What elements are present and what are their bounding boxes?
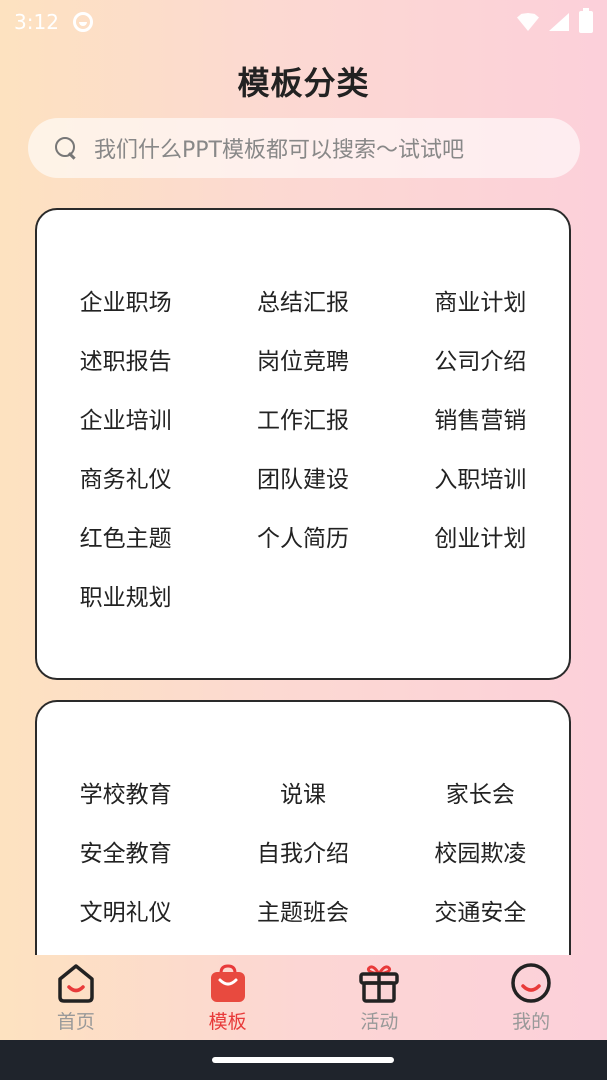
category-item[interactable]: 工作汇报 bbox=[214, 392, 391, 451]
system-navigation-bar bbox=[0, 1040, 607, 1080]
category-item[interactable]: 安全教育 bbox=[37, 825, 214, 884]
search-placeholder: 我们什么PPT模板都可以搜索～试试吧 bbox=[94, 138, 464, 163]
wifi-icon bbox=[517, 13, 539, 31]
category-item[interactable]: 公司介绍 bbox=[392, 333, 569, 392]
category-grid-education: 学校教育 说课 家长会 安全教育 自我介绍 校园欺凌 文明礼仪 主题班会 交通安… bbox=[37, 702, 569, 943]
home-gesture-handle[interactable] bbox=[212, 1057, 394, 1063]
category-item[interactable]: 创业计划 bbox=[392, 510, 569, 569]
tab-label: 活动 bbox=[360, 1011, 399, 1033]
category-item[interactable]: 说课 bbox=[214, 766, 391, 825]
search-bar[interactable]: 我们什么PPT模板都可以搜索～试试吧 bbox=[28, 118, 580, 178]
category-item[interactable]: 入职培训 bbox=[392, 451, 569, 510]
tab-label: 模板 bbox=[208, 1011, 247, 1033]
category-item[interactable]: 主题班会 bbox=[214, 884, 391, 943]
category-item[interactable]: 职业规划 bbox=[37, 569, 214, 628]
status-right bbox=[517, 8, 593, 33]
tab-home[interactable]: 首页 bbox=[0, 955, 152, 1040]
category-item[interactable]: 企业职场 bbox=[37, 274, 214, 333]
category-item[interactable]: 商业计划 bbox=[392, 274, 569, 333]
category-item[interactable]: 家长会 bbox=[392, 766, 569, 825]
page-title: 模板分类 bbox=[237, 64, 370, 102]
category-item[interactable]: 交通安全 bbox=[392, 884, 569, 943]
category-item[interactable]: 红色主题 bbox=[37, 510, 214, 569]
category-card-business: 企业职场 总结汇报 商业计划 述职报告 岗位竞聘 公司介绍 企业培训 工作汇报 … bbox=[35, 208, 571, 680]
app-notification-icon bbox=[72, 12, 93, 32]
category-item[interactable]: 述职报告 bbox=[37, 333, 214, 392]
tab-me[interactable]: 我的 bbox=[455, 955, 607, 1040]
gift-icon bbox=[357, 961, 401, 1005]
profile-icon bbox=[509, 961, 553, 1005]
category-item[interactable]: 学校教育 bbox=[37, 766, 214, 825]
category-item[interactable]: 总结汇报 bbox=[214, 274, 391, 333]
category-item[interactable]: 文明礼仪 bbox=[37, 884, 214, 943]
home-icon bbox=[54, 961, 98, 1005]
category-item[interactable]: 自我介绍 bbox=[214, 825, 391, 884]
category-item[interactable]: 岗位竞聘 bbox=[214, 333, 391, 392]
category-item[interactable]: 团队建设 bbox=[214, 451, 391, 510]
category-item[interactable]: 校园欺凌 bbox=[392, 825, 569, 884]
search-icon bbox=[54, 136, 78, 160]
tab-activity[interactable]: 活动 bbox=[304, 955, 456, 1040]
category-grid-business: 企业职场 总结汇报 商业计划 述职报告 岗位竞聘 公司介绍 企业培训 工作汇报 … bbox=[37, 210, 569, 628]
status-bar: 3:12 bbox=[0, 0, 607, 44]
category-item[interactable]: 企业培训 bbox=[37, 392, 214, 451]
category-item[interactable]: 个人简历 bbox=[214, 510, 391, 569]
tab-label: 首页 bbox=[56, 1011, 95, 1033]
category-item[interactable]: 销售营销 bbox=[392, 392, 569, 451]
signal-icon bbox=[549, 13, 569, 31]
status-time: 3:12 bbox=[14, 10, 59, 34]
bottom-tab-bar: 首页 模板 活动 我的 bbox=[0, 955, 607, 1040]
tab-label: 我的 bbox=[512, 1011, 551, 1033]
battery-icon bbox=[579, 8, 593, 33]
tab-templates[interactable]: 模板 bbox=[152, 955, 304, 1040]
shopping-bag-icon bbox=[206, 961, 250, 1005]
status-left: 3:12 bbox=[14, 10, 93, 34]
category-item[interactable]: 商务礼仪 bbox=[37, 451, 214, 510]
